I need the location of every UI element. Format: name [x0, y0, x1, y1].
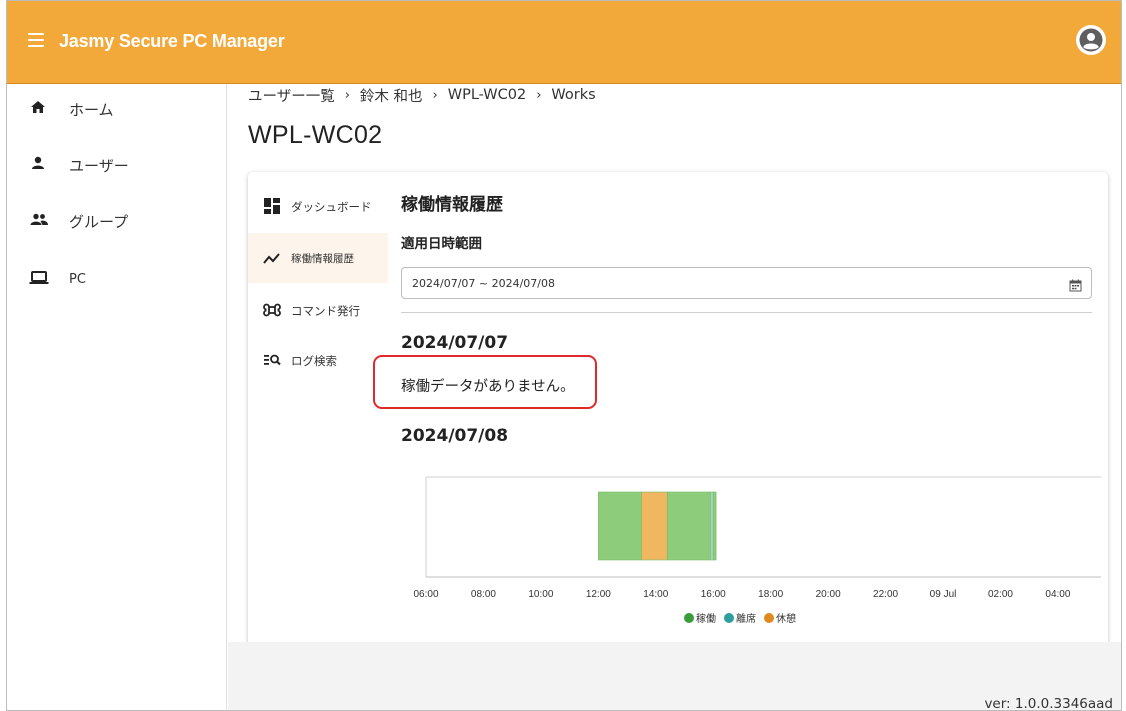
dashboard-icon — [263, 197, 281, 215]
tab-works-history[interactable]: 稼働情報履歴 — [248, 233, 388, 283]
breadcrumb-separator: › — [432, 87, 438, 103]
legend-item[interactable]: 離席 — [724, 610, 756, 625]
breadcrumb-item-pc[interactable]: WPL-WC02 — [448, 87, 526, 103]
legend-item[interactable]: 稼働 — [684, 610, 716, 625]
highlight-outline — [373, 355, 597, 409]
tab-label: ログ検索 — [291, 354, 337, 368]
log-search-icon — [263, 351, 281, 369]
timeline-svg: 06:00 08:00 10:00 12:00 14:00 16:00 18:00 20:00… — [413, 476, 1101, 600]
sidebar-item-label: グループ — [69, 213, 129, 231]
section-title: 稼働情報履歴 — [401, 195, 503, 215]
divider — [401, 312, 1092, 313]
x-tick-label: 14:00 — [643, 589, 668, 600]
legend-label: 稼働 — [696, 614, 716, 625]
legend-label: 休憩 — [776, 614, 796, 625]
version-label: ver: 1.0.0.3346aad — [984, 696, 1113, 711]
tab-label: 稼働情報履歴 — [291, 253, 354, 265]
tab-dashboard[interactable]: ダッシュボード — [248, 181, 388, 231]
breadcrumb-item-user-list[interactable]: ユーザー一覧 — [248, 85, 335, 106]
legend-item[interactable]: 休憩 — [764, 610, 796, 625]
date-range-value: 2024/07/07 ~ 2024/07/08 — [412, 277, 556, 290]
laptop-icon — [29, 269, 49, 287]
x-tick-label: 10:00 — [528, 589, 553, 600]
legend-dot — [764, 612, 774, 623]
timeline-segment — [712, 491, 717, 561]
x-tick-label: 20:00 — [816, 589, 841, 600]
timeline-segment — [598, 491, 642, 561]
command-icon — [263, 301, 281, 319]
x-tick-label: 12:00 — [586, 589, 611, 600]
legend-label: 離席 — [736, 614, 756, 625]
page-title: WPL-WC02 — [248, 121, 383, 149]
tab-log-search[interactable]: ログ検索 — [248, 335, 388, 385]
date-range-input[interactable]: 2024/07/07 ~ 2024/07/08 — [401, 267, 1092, 299]
sidebar-item-label: PC — [69, 272, 86, 287]
calendar-icon[interactable] — [1069, 277, 1082, 292]
breadcrumb-item-works: Works — [551, 87, 596, 103]
timeline-segment — [710, 491, 714, 561]
x-tick-label: 06:00 — [413, 589, 438, 600]
day-label: 2024/07/07 — [401, 333, 509, 353]
trending-icon — [263, 249, 281, 267]
main-content: ユーザー一覧 › 鈴木 和也 › WPL-WC02 › Works WPL-WC… — [228, 84, 1121, 710]
timeline-segment — [666, 491, 711, 561]
sidebar-item-pc[interactable]: PC — [7, 259, 227, 299]
tab-label: ダッシュボード — [291, 200, 372, 214]
account-circle-icon[interactable] — [1076, 25, 1106, 55]
chart-legend: 稼働 離席 休憩 — [684, 610, 796, 625]
tab-command[interactable]: コマンド発行 — [248, 285, 388, 335]
works-timeline-chart: 06:00 08:00 10:00 12:00 14:00 16:00 18:00 20:00… — [401, 472, 1101, 642]
x-tick-label: 16:00 — [701, 589, 726, 600]
sidebar-item-label: ホーム — [69, 101, 114, 119]
x-tick-label: 09 Jul — [930, 589, 957, 600]
card-nav: ダッシュボード 稼働情報履歴 コマンド発行 ログ検索 — [248, 172, 388, 662]
home-icon — [29, 98, 47, 116]
day-label: 2024/07/08 — [401, 426, 509, 446]
x-tick-label: 08:00 — [471, 589, 496, 600]
sidebar-item-groups[interactable]: グループ — [7, 200, 227, 240]
app-bar: Jasmy Secure PC Manager — [7, 1, 1121, 84]
person-icon — [29, 154, 47, 172]
tab-label: コマンド発行 — [291, 304, 360, 318]
sidebar-item-home[interactable]: ホーム — [7, 88, 227, 128]
legend-dot — [684, 612, 694, 623]
app-title: Jasmy Secure PC Manager — [59, 31, 285, 51]
date-range-label: 適用日時範囲 — [401, 236, 482, 252]
x-tick-label: 02:00 — [988, 589, 1013, 600]
legend-dot — [724, 612, 734, 623]
works-card: ダッシュボード 稼働情報履歴 コマンド発行 ログ検索 稼働情報履歴 適用日時範囲… — [248, 172, 1108, 662]
works-history-panel: 稼働情報履歴 適用日時範囲 2024/07/07 ~ 2024/07/08 20… — [373, 172, 1101, 662]
sidebar-item-label: ユーザー — [69, 157, 129, 175]
breadcrumb-item-user[interactable]: 鈴木 和也 — [360, 85, 423, 106]
menu-icon[interactable] — [28, 33, 44, 47]
group-icon — [29, 210, 48, 228]
breadcrumb-separator: › — [344, 87, 350, 103]
sidebar-item-users[interactable]: ユーザー — [7, 144, 227, 184]
x-tick-label: 18:00 — [758, 589, 783, 600]
app-window: Jasmy Secure PC Manager ホーム ユーザー グループ PC… — [6, 0, 1122, 711]
timeline-segment — [641, 491, 668, 561]
footer: ver: 1.0.0.3346aad — [228, 642, 1121, 711]
x-tick-label: 22:00 — [873, 589, 898, 600]
x-tick-label: 04:00 — [1045, 589, 1070, 600]
breadcrumb: ユーザー一覧 › 鈴木 和也 › WPL-WC02 › Works — [248, 84, 596, 106]
breadcrumb-separator: › — [536, 87, 542, 103]
sidebar: ホーム ユーザー グループ PC — [7, 84, 227, 710]
